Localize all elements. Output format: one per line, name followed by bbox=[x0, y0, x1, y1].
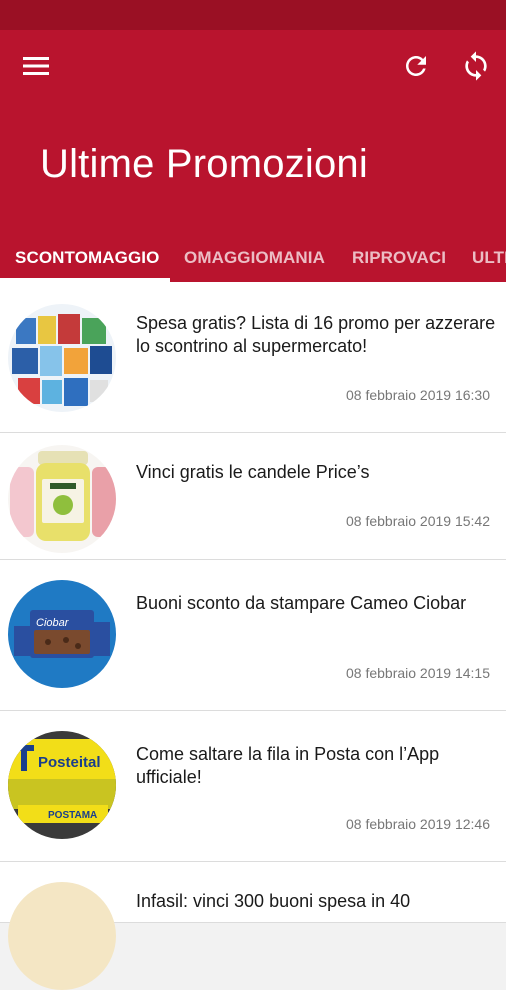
postamat-text: POSTAMA bbox=[48, 810, 97, 821]
list-item[interactable]: Infasil: vinci 300 buoni spesa in 40 bbox=[0, 862, 506, 990]
sync-button[interactable] bbox=[454, 44, 498, 88]
category-tabs: SCONTOMAGGIO OMAGGIOMANIA RIPROVACI ULTI bbox=[0, 234, 506, 282]
article-title: Vinci gratis le candele Price’s bbox=[136, 462, 370, 482]
tab-scontomaggio[interactable]: SCONTOMAGGIO bbox=[15, 234, 159, 282]
tab-omaggiomania[interactable]: OMAGGIOMANIA bbox=[184, 234, 325, 282]
poste-logo-text: Posteital bbox=[38, 754, 101, 771]
article-thumbnail: Posteital POSTAMA bbox=[8, 731, 116, 839]
article-thumbnail bbox=[8, 304, 116, 412]
ciobar-logo-text: Ciobar bbox=[36, 617, 70, 629]
article-title: Spesa gratis? Lista di 16 promo per azze… bbox=[136, 313, 496, 356]
app-bar: Ultime Promozioni SCONTOMAGGIO OMAGGIOMA… bbox=[0, 30, 506, 282]
list-item[interactable]: Posteital POSTAMA Come saltare la fila i… bbox=[0, 711, 506, 862]
sync-icon bbox=[465, 51, 487, 81]
article-date: 08 febbraio 2019 15:42 bbox=[345, 513, 490, 529]
menu-icon bbox=[23, 57, 49, 75]
tab-ultime[interactable]: ULTI bbox=[472, 234, 506, 282]
tab-riprovaci[interactable]: RIPROVACI bbox=[352, 234, 446, 282]
refresh-icon bbox=[406, 56, 426, 76]
menu-button[interactable] bbox=[14, 44, 58, 88]
list-item[interactable]: Spesa gratis? Lista di 16 promo per azze… bbox=[0, 282, 506, 433]
article-thumbnail: Ciobar bbox=[8, 580, 116, 688]
article-title: Come saltare la fila in Posta con l’App … bbox=[136, 744, 440, 787]
article-thumbnail bbox=[8, 445, 116, 553]
status-bar bbox=[0, 0, 506, 30]
article-thumbnail bbox=[8, 882, 116, 990]
page-title: Ultime Promozioni bbox=[40, 142, 368, 186]
article-title: Infasil: vinci 300 buoni spesa in 40 bbox=[136, 891, 411, 911]
article-title: Buoni sconto da stampare Cameo Ciobar bbox=[136, 593, 467, 613]
article-date: 08 febbraio 2019 14:15 bbox=[345, 665, 490, 681]
list-item[interactable]: Vinci gratis le candele Price’s 08 febbr… bbox=[0, 433, 506, 560]
article-date: 08 febbraio 2019 12:46 bbox=[345, 816, 490, 832]
list-item[interactable]: Ciobar Buoni sconto da stampare Cameo Ci… bbox=[0, 560, 506, 711]
article-date: 08 febbraio 2019 16:30 bbox=[345, 387, 490, 403]
refresh-button[interactable] bbox=[394, 44, 438, 88]
